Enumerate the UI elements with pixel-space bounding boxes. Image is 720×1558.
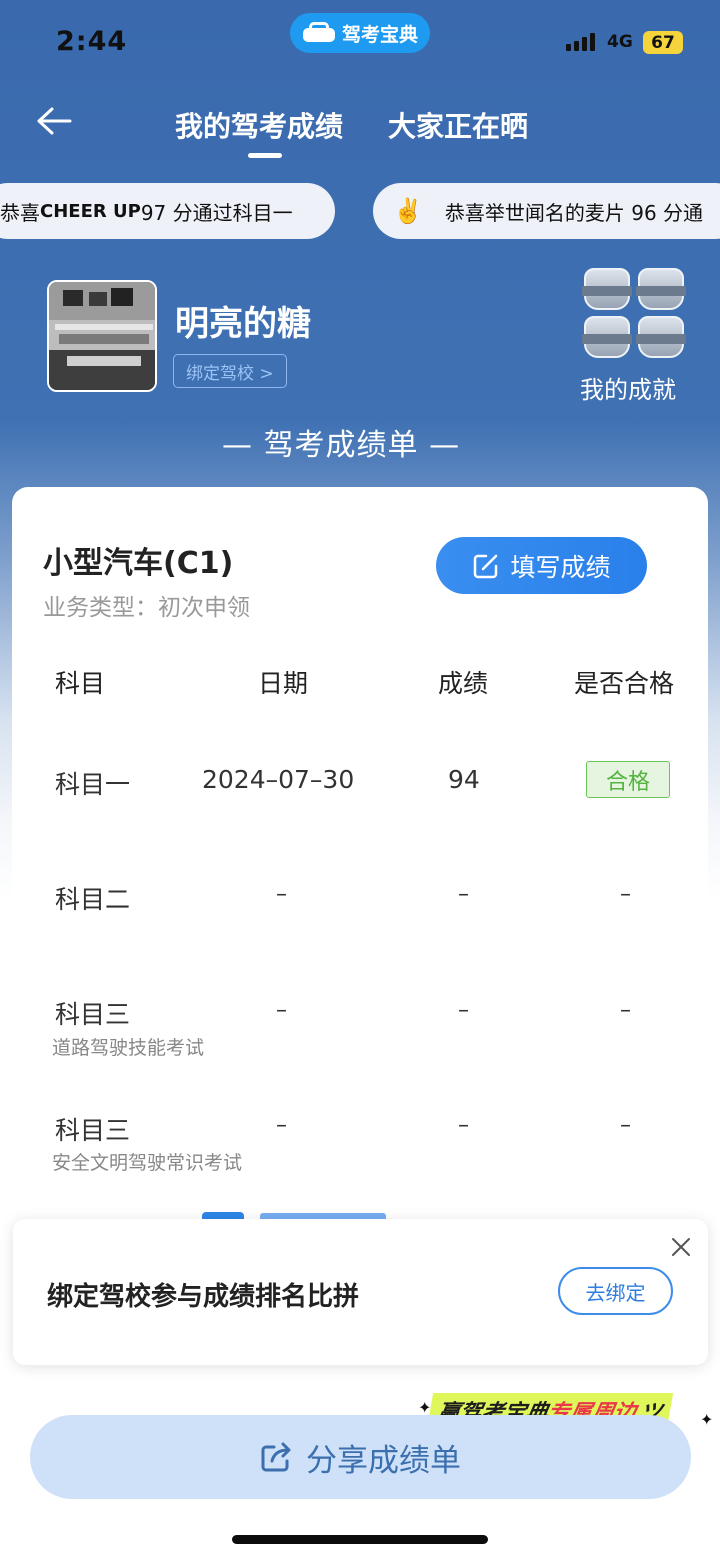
network-type: 4G bbox=[607, 32, 633, 52]
close-icon[interactable] bbox=[670, 1236, 692, 1258]
share-label: 分享成绩单 bbox=[306, 1442, 461, 1479]
go-bind-button[interactable]: 去绑定 bbox=[558, 1267, 673, 1315]
app-pill-label: 驾考宝典 bbox=[341, 23, 418, 46]
row-passed: – bbox=[620, 998, 631, 1023]
row-score: – bbox=[458, 1113, 469, 1138]
battery-icon: 67 bbox=[643, 31, 683, 54]
tab-everyone-sharing[interactable]: 大家正在晒 bbox=[388, 105, 528, 145]
tab-my-scores[interactable]: 我的驾考成绩 bbox=[175, 105, 343, 145]
badge-icon bbox=[582, 268, 632, 310]
column-header-score: 成绩 bbox=[438, 669, 489, 698]
car-type: 小型汽车(C1) bbox=[43, 546, 234, 581]
row-subject: 科目三 bbox=[55, 1116, 131, 1145]
share-scorecard-button[interactable]: 分享成绩单 bbox=[30, 1415, 691, 1499]
avatar-image bbox=[49, 282, 155, 390]
app-pill[interactable]: 驾考宝典 bbox=[290, 13, 430, 53]
row-date: – bbox=[276, 882, 287, 907]
sparkle-icon: ✦ bbox=[700, 1410, 714, 1429]
row-subject: 科目一 bbox=[55, 770, 131, 799]
row-subject: 科目二 bbox=[55, 885, 131, 914]
row-subtitle: 安全文明驾驶常识考试 bbox=[52, 1152, 243, 1174]
badge-icon bbox=[582, 316, 632, 358]
arrow-left-icon[interactable] bbox=[36, 106, 72, 136]
row-date: – bbox=[276, 1113, 287, 1138]
bind-school-link[interactable]: 绑定驾校 > bbox=[173, 354, 287, 388]
column-header-passed: 是否合格 bbox=[574, 669, 675, 698]
share-icon bbox=[261, 1442, 291, 1472]
victory-hand-icon: ✌️ bbox=[393, 197, 423, 225]
row-date: 2024–07–30 bbox=[202, 765, 355, 794]
row-score: 94 bbox=[448, 765, 480, 794]
username: 明亮的糖 bbox=[175, 304, 311, 344]
row-subject: 科目三 bbox=[55, 1000, 131, 1029]
battery-level: 67 bbox=[651, 32, 675, 53]
achievement-badges[interactable] bbox=[582, 268, 686, 360]
home-indicator[interactable] bbox=[232, 1535, 488, 1544]
badge-icon bbox=[636, 316, 686, 358]
badge-icon bbox=[636, 268, 686, 310]
fill-score-button[interactable]: 填写成绩 bbox=[436, 537, 647, 594]
business-type: 业务类型：初次申领 bbox=[43, 595, 250, 621]
edit-icon bbox=[474, 554, 498, 578]
pass-badge: 合格 bbox=[586, 761, 670, 798]
tab-active-indicator bbox=[248, 153, 282, 158]
ticker-item[interactable]: ✌️ 恭喜举世闻名的麦片 96 分通 bbox=[373, 183, 720, 239]
row-passed: – bbox=[620, 1113, 631, 1138]
popup-message: 绑定驾校参与成绩排名比拼 bbox=[47, 1282, 360, 1312]
signal-icon bbox=[566, 33, 595, 51]
row-score: – bbox=[458, 998, 469, 1023]
column-header-date: 日期 bbox=[258, 669, 309, 698]
row-date: – bbox=[276, 998, 287, 1023]
section-title: — 驾考成绩单 — bbox=[222, 428, 461, 463]
row-subtitle: 道路驾驶技能考试 bbox=[52, 1037, 205, 1059]
fill-score-label: 填写成绩 bbox=[510, 552, 611, 582]
car-icon bbox=[302, 22, 336, 44]
status-time: 2:44 bbox=[56, 26, 128, 57]
achievements-label[interactable]: 我的成就 bbox=[580, 370, 676, 405]
row-score: – bbox=[458, 882, 469, 907]
avatar[interactable] bbox=[47, 280, 157, 392]
ticker-item[interactable]: 恭喜 CHEER UP 97 分通过科目一 bbox=[0, 183, 335, 239]
row-passed: – bbox=[620, 882, 631, 907]
ticker-name: CHEER UP bbox=[40, 200, 141, 222]
column-header-subject: 科目 bbox=[55, 669, 106, 698]
